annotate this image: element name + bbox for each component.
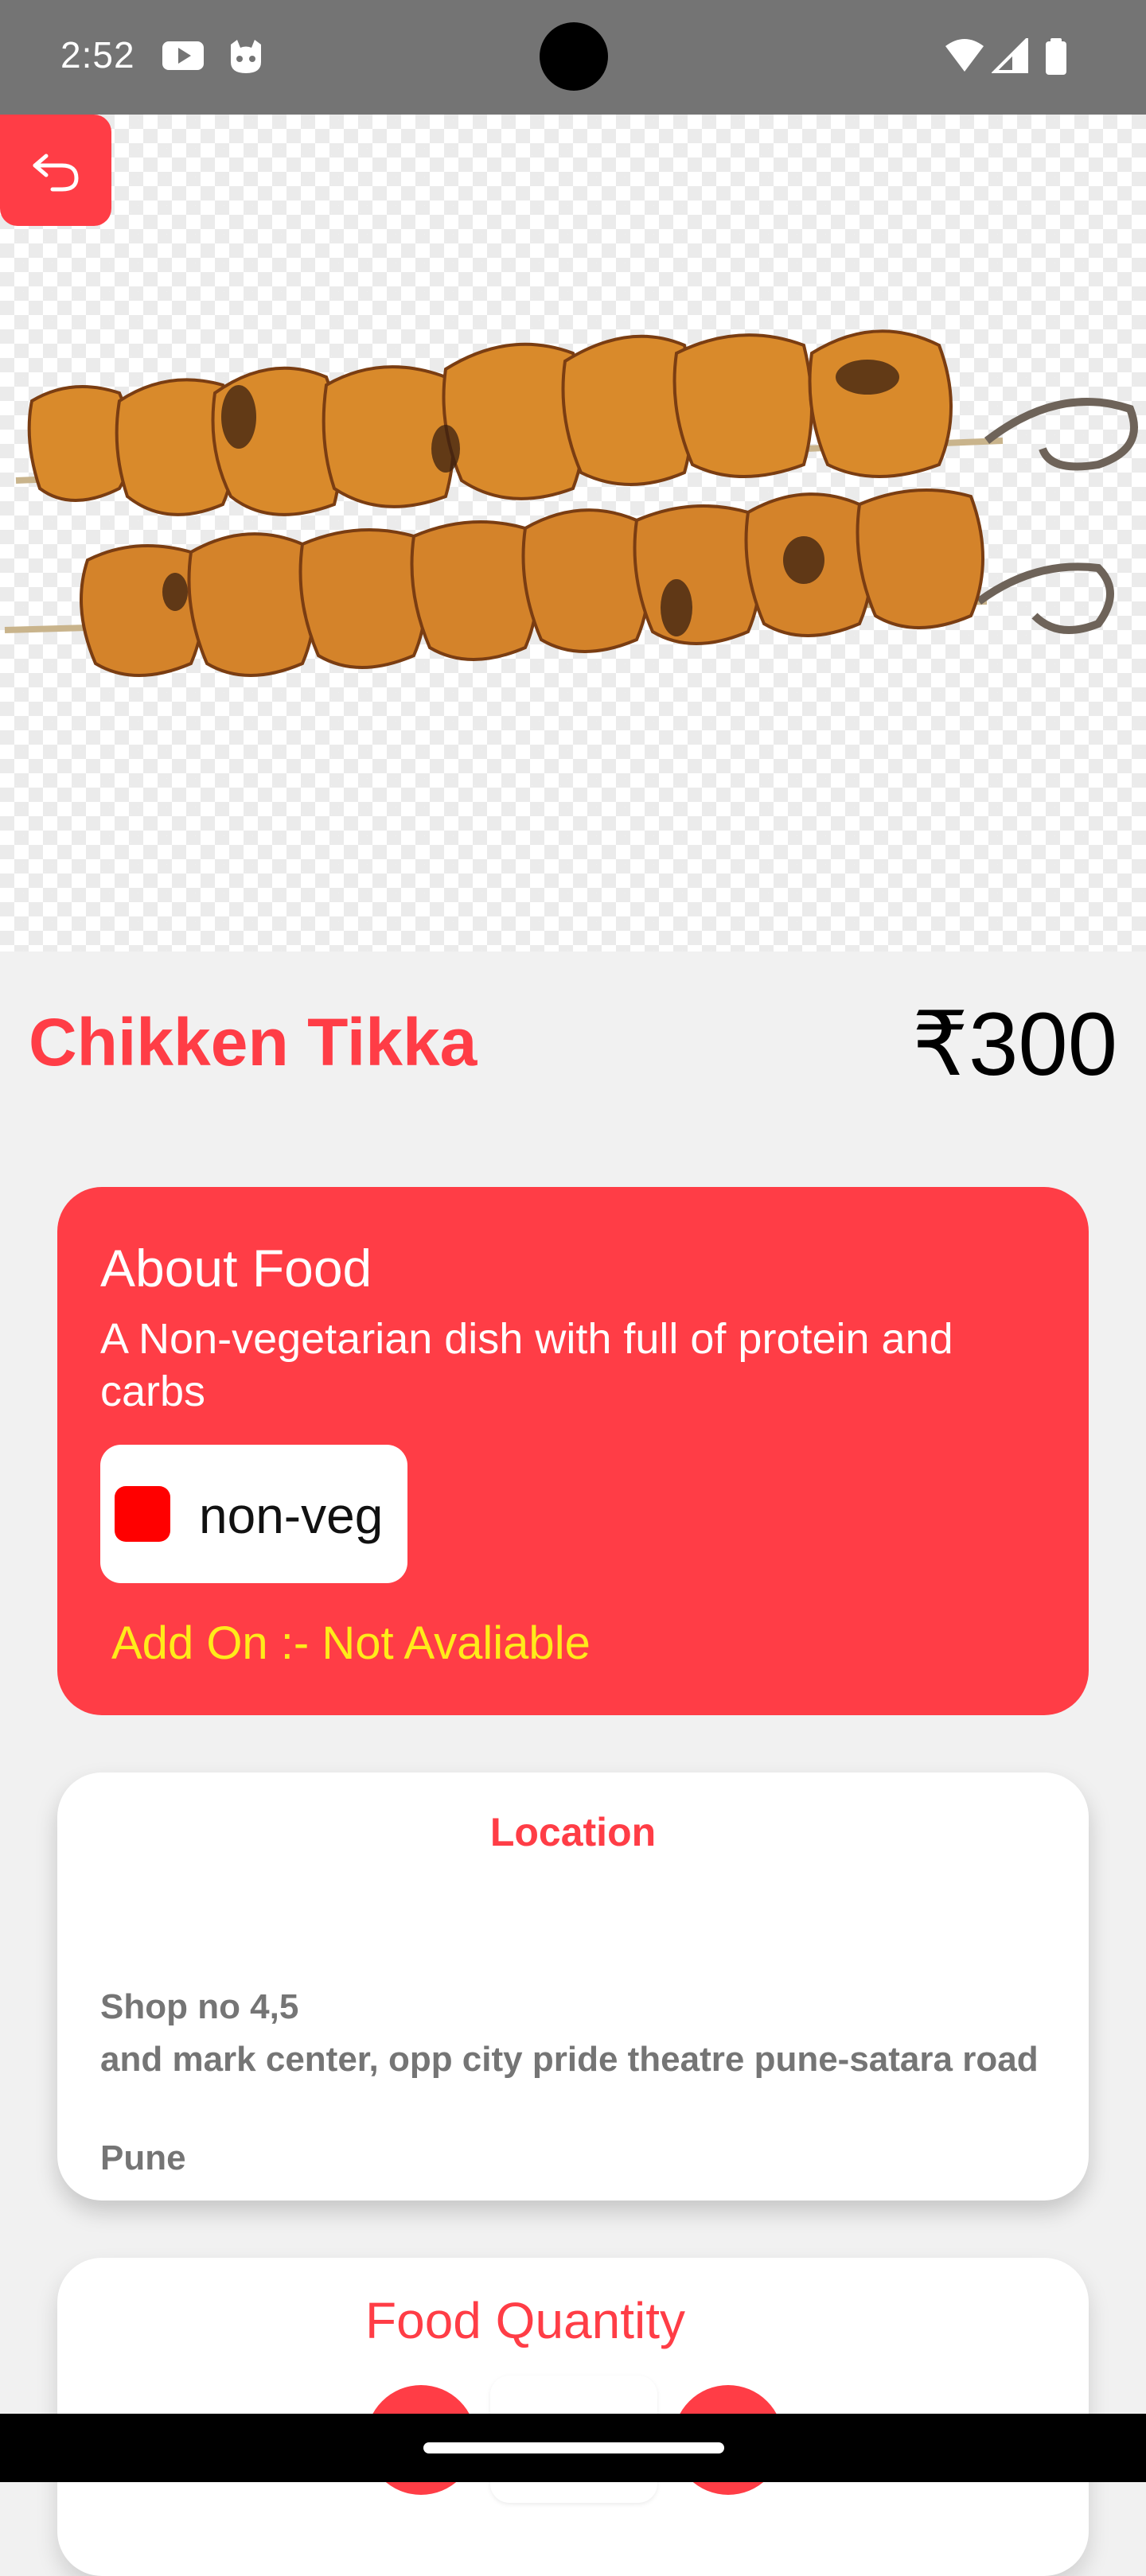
food-image: [0, 115, 1146, 951]
addon-info: Add On :- Not Avaliable: [111, 1617, 591, 1669]
battery-icon: [1044, 38, 1068, 79]
quantity-heading: Food Quantity: [365, 2292, 685, 2349]
youtube-icon: [161, 38, 205, 77]
food-name: Chikken Tikka: [29, 1005, 477, 1080]
about-heading: About Food: [100, 1239, 372, 1298]
about-description: A Non-vegetarian dish with full of prote…: [100, 1315, 953, 1415]
food-type-tag: non-veg: [100, 1445, 407, 1583]
food-price: ₹300: [911, 994, 1117, 1094]
cat-face-icon: [226, 38, 266, 79]
location-heading: Location: [489, 1810, 657, 1854]
home-gesture-handle[interactable]: [423, 2442, 724, 2453]
location-card: Location Shop no 4,5 and mark center, op…: [57, 1772, 1089, 2200]
location-line-3: Pune: [100, 2138, 186, 2177]
status-bar: 2:52: [0, 0, 1146, 115]
back-button[interactable]: [0, 115, 111, 226]
non-veg-marker-icon: [115, 1486, 170, 1542]
location-line-2: and mark center, opp city pride theatre …: [100, 2040, 1039, 2079]
signal-icon: [991, 36, 1028, 77]
status-time: 2:52: [60, 34, 135, 76]
location-line-1: Shop no 4,5: [100, 1987, 299, 2026]
food-type-label: non-veg: [199, 1487, 384, 1544]
camera-cutout: [540, 22, 608, 91]
undo-arrow-icon: [33, 154, 79, 192]
about-food-card: About Food A Non-vegetarian dish with fu…: [57, 1187, 1089, 1715]
wifi-icon: [944, 38, 985, 77]
